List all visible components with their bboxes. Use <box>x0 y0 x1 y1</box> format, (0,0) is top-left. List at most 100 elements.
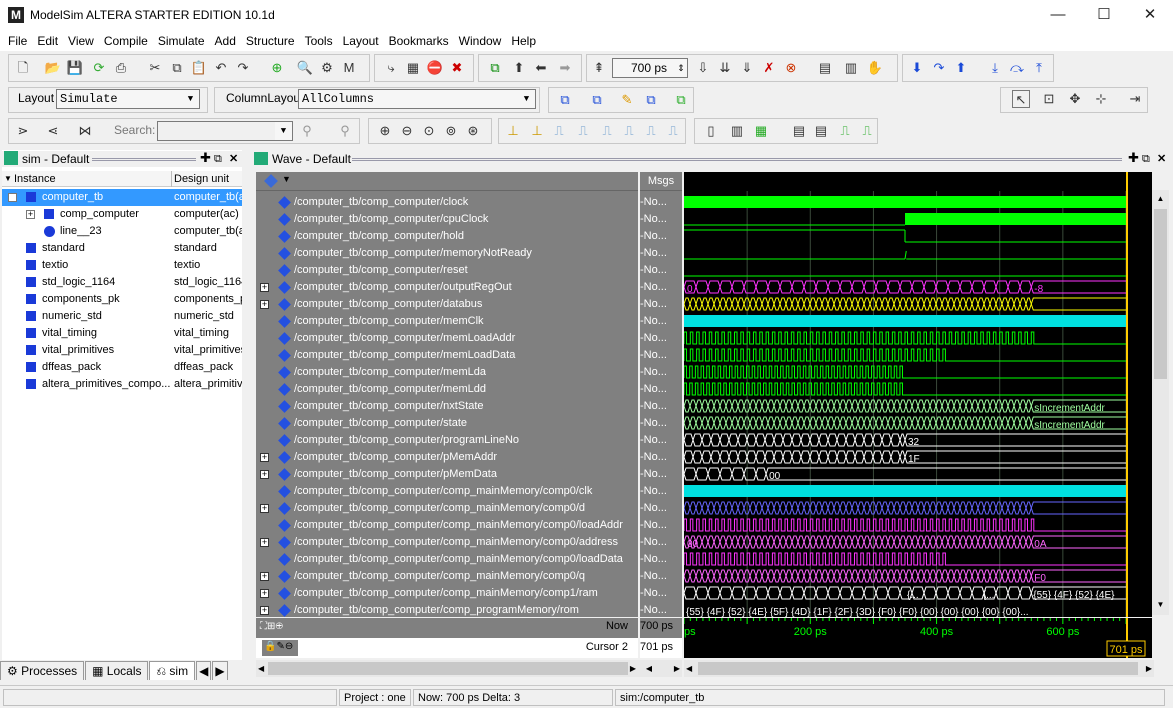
step-over-2-icon[interactable]: ⤼ <box>1008 59 1026 77</box>
tab-scroll-right-icon[interactable]: ▶ <box>212 661 228 680</box>
menu-view[interactable]: View <box>63 34 99 48</box>
hand-icon[interactable]: ✋ <box>866 59 884 77</box>
signal-row[interactable]: /computer_tb/comp_computer/state <box>256 415 632 432</box>
breakpoint-icon[interactable]: ⛔ <box>426 59 444 77</box>
tree-row-line-23[interactable]: line__23 computer_tb(a <box>2 223 242 240</box>
signal-row[interactable]: /computer_tb/comp_computer/comp_mainMemo… <box>256 483 632 500</box>
waveform-plot[interactable]: 0 -8 sIncrementAddr sIncrementAddr 32 1F 00 00 0… <box>684 172 1152 617</box>
performance-icon[interactable]: ▤ <box>816 59 834 77</box>
menu-edit[interactable]: Edit <box>32 34 63 48</box>
compile-icon[interactable]: ⚙ <box>318 59 336 77</box>
signal-row[interactable]: /computer_tb/comp_computer/reset <box>256 262 632 279</box>
expand-icon[interactable]: + <box>260 453 269 462</box>
signal-row[interactable]: + /computer_tb/comp_computer/comp_program… <box>256 602 632 617</box>
expand-icon[interactable]: ▦ <box>752 122 770 140</box>
run-icon[interactable]: ⇩ <box>694 59 712 77</box>
collapse-icon[interactable]: − <box>8 193 17 202</box>
col-design-unit[interactable]: Design unit <box>174 171 229 187</box>
waveform-b-icon[interactable]: ⎍ <box>858 122 876 140</box>
trace-back-icon[interactable]: ⋗ <box>14 122 32 140</box>
signal-row[interactable]: /computer_tb/comp_computer/comp_mainMemo… <box>256 517 632 534</box>
signal-row[interactable]: /computer_tb/comp_computer/comp_mainMemo… <box>256 551 632 568</box>
undock-icon[interactable]: ⧉ <box>214 151 222 167</box>
signal-row[interactable]: /computer_tb/comp_computer/memClk <box>256 313 632 330</box>
add-log-icon[interactable]: ⧉ <box>672 91 690 109</box>
chevron-down-icon[interactable]: ▼ <box>518 90 535 108</box>
menu-bookmarks[interactable]: Bookmarks <box>384 34 454 48</box>
undo-icon[interactable]: ↶ <box>212 59 230 77</box>
cursor-lock-icon[interactable]: 🔒✎⊖ <box>264 641 293 652</box>
paste-icon[interactable]: 📋 <box>190 59 208 77</box>
signal-filter-icon[interactable] <box>264 174 278 188</box>
expand-icon[interactable]: + <box>260 538 269 547</box>
time-axis[interactable]: ps 200 ps 400 ps 600 ps 701 ps <box>684 618 1152 658</box>
wave-hscroll-thumb[interactable] <box>698 662 1138 675</box>
hscroll-left-icon[interactable]: ◀ <box>258 660 264 677</box>
add-icon[interactable]: ⊕ <box>268 59 286 77</box>
tab-sim[interactable]: ⎌ sim <box>149 661 196 680</box>
signal-row[interactable]: + /computer_tb/comp_computer/comp_mainMem… <box>256 534 632 551</box>
wave-vscroll[interactable]: ▲ ▼ <box>1152 190 1169 615</box>
menu-structure[interactable]: Structure <box>241 34 300 48</box>
step-out-2-icon[interactable]: ⤒ <box>1030 59 1048 77</box>
undock-plus-icon[interactable]: ✚ <box>200 151 211 165</box>
tree-row-std-logic-1164[interactable]: std_logic_1164 std_logic_1164 <box>2 274 242 291</box>
tree-row-vital-timing[interactable]: vital_timing vital_timing <box>2 325 242 342</box>
wave-close-icon[interactable]: ✕ <box>1157 151 1166 167</box>
grid-icon[interactable]: ▯ <box>702 122 720 140</box>
tree-row-numeric-std[interactable]: numeric_std numeric_std <box>2 308 242 325</box>
trace-forward-icon[interactable]: ⋖ <box>44 122 62 140</box>
tree-row-computer-tb[interactable]: − computer_tb computer_tb(a <box>2 189 242 206</box>
signal-row[interactable]: + /computer_tb/comp_computer/pMemData <box>256 466 632 483</box>
continue-icon[interactable]: ⇊ <box>716 59 734 77</box>
signal-row[interactable]: /computer_tb/comp_computer/programLineNo <box>256 432 632 449</box>
stop-icon[interactable]: ⊗ <box>782 59 800 77</box>
expand-icon[interactable]: + <box>260 300 269 309</box>
menu-layout[interactable]: Layout <box>338 34 384 48</box>
signal-row[interactable]: + /computer_tb/comp_computer/comp_mainMem… <box>256 500 632 517</box>
select-mode-icon[interactable]: ↖ <box>1012 90 1030 108</box>
expand-icon[interactable]: + <box>260 283 269 292</box>
measure-icon[interactable]: ⊹ <box>1092 90 1110 108</box>
expand-icon[interactable]: + <box>26 210 35 219</box>
expand-icon[interactable]: + <box>260 606 269 615</box>
signal-row[interactable]: + /computer_tb/comp_computer/databus <box>256 296 632 313</box>
cursor-delete-icon[interactable]: ⊥ <box>528 122 546 140</box>
menu-add[interactable]: Add <box>210 34 241 48</box>
tree-row-vital-primitives[interactable]: vital_primitives vital_primitives <box>2 342 242 359</box>
add-list-icon[interactable]: ⧉ <box>588 91 606 109</box>
wave-hscroll-left-icon[interactable]: ◀ <box>686 660 692 677</box>
edit-mode-icon[interactable]: ⇥ <box>1126 90 1144 108</box>
tab-locals[interactable]: ▦ Locals <box>85 661 149 680</box>
save-icon[interactable]: 💾 <box>66 59 84 77</box>
wave-hscroll-right-icon[interactable]: ▶ <box>1146 660 1152 677</box>
break-icon[interactable]: ✗ <box>760 59 778 77</box>
calendar-icon[interactable]: ▦ <box>404 59 422 77</box>
names-hscroll[interactable]: ◀ ▶ ◀ ▶ <box>256 660 682 677</box>
sort-icon[interactable]: ▼ <box>4 171 12 187</box>
maximize-button[interactable]: ☐ <box>1081 0 1127 30</box>
step-into-icon[interactable]: ⬇ <box>908 59 926 77</box>
signal-row[interactable]: /computer_tb/comp_computer/hold <box>256 228 632 245</box>
pan-mode-icon[interactable]: ✥ <box>1066 90 1084 108</box>
signal-row[interactable]: /computer_tb/comp_computer/memLdd <box>256 381 632 398</box>
signal-row[interactable]: /computer_tb/comp_computer/memLoadData <box>256 347 632 364</box>
minimize-button[interactable]: — <box>1035 0 1081 30</box>
redo-icon[interactable]: ↷ <box>234 59 252 77</box>
wave-undock-plus-icon[interactable]: ✚ <box>1128 151 1139 165</box>
tab-scroll-left-icon[interactable]: ◀ <box>196 661 212 680</box>
list-icon[interactable]: ▥ <box>728 122 746 140</box>
msgs-hscroll-right-icon[interactable]: ▶ <box>674 660 680 677</box>
divider-icon[interactable]: ▤ <box>790 122 808 140</box>
zoom-in-icon[interactable]: ⊕ <box>376 122 394 140</box>
expand-icon[interactable]: + <box>260 470 269 479</box>
chevron-down-icon[interactable]: ▼ <box>182 90 199 108</box>
step-icon[interactable]: ⤷ <box>382 59 400 77</box>
memory-icon[interactable]: ▥ <box>842 59 860 77</box>
run-all-icon[interactable]: ⇓ <box>738 59 756 77</box>
wand-icon[interactable]: ✎ <box>618 91 636 109</box>
signal-row[interactable]: + /computer_tb/comp_computer/pMemAddr <box>256 449 632 466</box>
prev-edge-icon[interactable]: ⎍ <box>550 122 568 140</box>
expand-icon[interactable]: + <box>260 504 269 513</box>
group-icon[interactable]: ▤ <box>812 122 830 140</box>
